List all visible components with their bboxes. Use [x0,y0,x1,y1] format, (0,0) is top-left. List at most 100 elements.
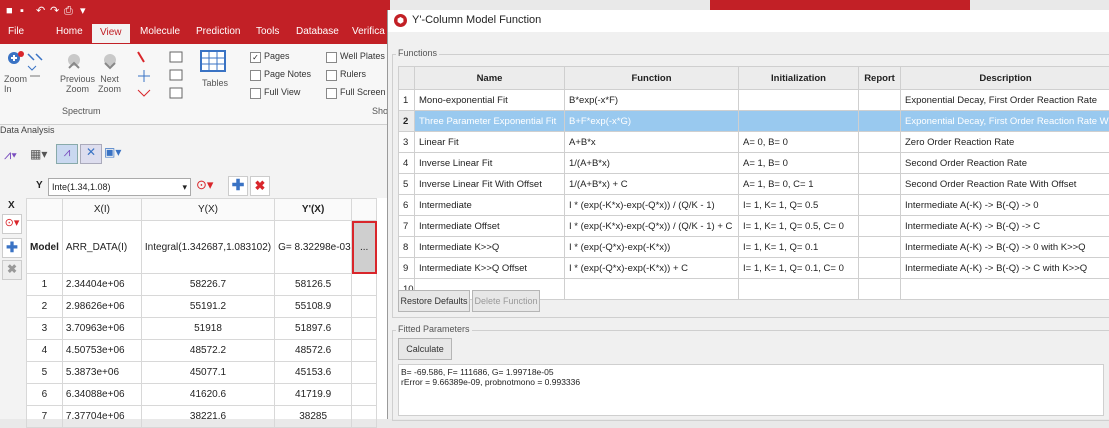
function-report[interactable] [859,258,901,279]
function-name[interactable]: Three Parameter Exponential Fit [415,111,565,132]
cell-x[interactable]: 4.50753e+06 [62,340,141,362]
full-screen-label[interactable]: Full Screen [340,87,386,97]
function-row[interactable]: 8Intermediate K>>QI * (exp(-Q*x)-exp(-K*… [399,237,1109,258]
cell-y[interactable]: 58226.7 [141,274,274,296]
function-expression[interactable]: I * (exp(-K*x)-exp(-Q*x)) / (Q/K - 1) [565,195,739,216]
cell-y-prime[interactable]: 51897.6 [275,318,352,340]
tab-database[interactable]: Database [296,26,339,37]
tab-tools[interactable]: Tools [256,26,279,37]
add-icon[interactable]: ✚ [228,176,248,196]
function-initialization[interactable] [739,90,859,111]
function-name[interactable]: Inverse Linear Fit [415,153,565,174]
well-plates-label[interactable]: Well Plates [340,51,385,61]
next-zoom-icon[interactable] [100,52,118,68]
function-report[interactable] [859,216,901,237]
rulers-label[interactable]: Rulers [340,69,366,79]
calculate-button[interactable]: Calculate [398,338,452,360]
function-expression[interactable]: I * (exp(-Q*x)-exp(-K*x)) [565,237,739,258]
function-description[interactable] [901,279,1109,300]
function-name[interactable]: Mono-exponential Fit [415,90,565,111]
cell-y[interactable]: 38221.6 [141,406,274,428]
cell-y-prime[interactable]: 45153.6 [275,362,352,384]
chart-menu-icon[interactable]: ⩘ [56,144,78,164]
function-row[interactable]: 6IntermediateI * (exp(-K*x)-exp(-Q*x)) /… [399,195,1109,216]
column-selector-dropdown[interactable]: Inte(1.34,1.08) ▾ [48,178,191,196]
function-name[interactable]: Intermediate K>>Q Offset [415,258,565,279]
function-menu-icon[interactable]: ⊙▾ [196,177,213,193]
model-ellipsis-button[interactable]: ... [352,221,377,274]
x-add-icon[interactable]: ✚ [2,238,22,258]
full-view-checkbox[interactable] [250,88,261,99]
save-icon[interactable]: ▪ [20,4,24,18]
function-row[interactable]: 5Inverse Linear Fit With Offset1/(A+B*x)… [399,174,1109,195]
function-initialization[interactable]: A= 1, B= 0 [739,153,859,174]
function-name[interactable]: Intermediate K>>Q [415,237,565,258]
function-initialization[interactable]: I= 1, K= 1, Q= 0.5, C= 0 [739,216,859,237]
cell-y[interactable]: 41620.6 [141,384,274,406]
function-description[interactable]: Intermediate A(-K) -> B(-Q) -> 0 [901,195,1109,216]
tab-home[interactable]: Home [56,26,83,37]
function-initialization[interactable]: I= 1, K= 1, Q= 0.5 [739,195,859,216]
function-report[interactable] [859,237,901,258]
tab-verification[interactable]: Verifica [352,26,385,37]
tables-label[interactable]: Tables [202,78,228,88]
function-description[interactable]: Intermediate A(-K) -> B(-Q) -> C with K>… [901,258,1109,279]
function-name[interactable]: Intermediate [415,195,565,216]
restore-defaults-button[interactable]: Restore Defaults [398,290,470,312]
function-description[interactable]: Zero Order Reaction Rate [901,132,1109,153]
function-header[interactable]: Function [565,67,739,90]
tab-prediction[interactable]: Prediction [196,26,240,37]
function-expression[interactable]: B*exp(-x*F) [565,90,739,111]
column-header-y[interactable]: Y(X) [141,199,274,221]
function-description[interactable]: Exponential Decay, First Order Reaction … [901,90,1109,111]
previous-zoom-label[interactable]: Previous Zoom [60,74,95,94]
page-notes-checkbox[interactable] [250,70,261,81]
function-report[interactable] [859,90,901,111]
pages-checkbox[interactable]: ✓ [250,52,261,63]
tab-file[interactable]: File [8,26,24,37]
layout-tools-icon[interactable] [168,50,186,66]
delete-icon[interactable]: ✖ [250,176,270,196]
function-name[interactable]: Linear Fit [415,132,565,153]
cell-y-prime[interactable]: 38285 [275,406,352,428]
function-initialization[interactable]: A= 1, B= 0, C= 1 [739,174,859,195]
function-row[interactable]: 9Intermediate K>>Q OffsetI * (exp(-Q*x)-… [399,258,1109,279]
app-logo-icon[interactable]: ■ [6,4,13,18]
rulers-checkbox[interactable] [326,70,337,81]
cell-y-prime[interactable]: 55108.9 [275,296,352,318]
function-row[interactable]: 7Intermediate OffsetI * (exp(-K*x)-exp(-… [399,216,1109,237]
page-notes-label[interactable]: Page Notes [264,69,311,79]
delete-function-button[interactable]: Delete Function [472,290,540,312]
tables-icon[interactable] [200,50,228,66]
function-description[interactable]: Second Order Reaction Rate With Offset [901,174,1109,195]
model-x-cell[interactable]: ARR_DATA(I) [62,221,141,274]
function-description[interactable]: Intermediate A(-K) -> B(-Q) -> C [901,216,1109,237]
cell-x[interactable]: 2.98626e+06 [62,296,141,318]
x-function-icon[interactable]: ⊙▾ [2,214,22,234]
name-header[interactable]: Name [415,67,565,90]
zoom-tools-icon[interactable] [26,52,44,68]
cell-y-prime[interactable]: 41719.9 [275,384,352,406]
function-description[interactable]: Exponential Decay, First Order Reaction … [901,111,1109,132]
function-initialization[interactable] [739,111,859,132]
cell-x[interactable]: 6.34088e+06 [62,384,141,406]
function-expression[interactable]: 1/(A+B*x) + C [565,174,739,195]
customize-icon[interactable]: ▾ [80,4,86,18]
function-initialization[interactable]: I= 1, K= 1, Q= 0.1 [739,237,859,258]
image-menu-icon[interactable]: ▣▾ [104,145,121,159]
function-expression[interactable]: A+B*x [565,132,739,153]
description-header[interactable]: Description [901,67,1109,90]
cursor-tools-icon[interactable] [134,50,152,66]
cell-y[interactable]: 51918 [141,318,274,340]
function-name[interactable]: Intermediate Offset [415,216,565,237]
undo-icon[interactable]: ↶ [36,4,45,18]
well-plates-checkbox[interactable] [326,52,337,63]
function-initialization[interactable]: A= 0, B= 0 [739,132,859,153]
function-row[interactable]: 4Inverse Linear Fit1/(A+B*x)A= 1, B= 0Se… [399,153,1109,174]
function-expression[interactable]: 1/(A+B*x) [565,153,739,174]
pages-label[interactable]: Pages [264,51,290,61]
function-description[interactable]: Intermediate A(-K) -> B(-Q) -> 0 with K>… [901,237,1109,258]
cell-x[interactable]: 3.70963e+06 [62,318,141,340]
cell-y[interactable]: 48572.2 [141,340,274,362]
redo-icon[interactable]: ↷ [50,4,59,18]
